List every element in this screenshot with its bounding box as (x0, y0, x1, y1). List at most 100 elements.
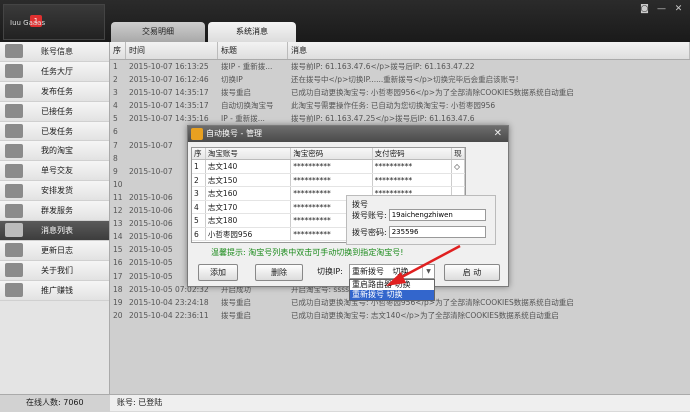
dialup-password-input[interactable] (388, 226, 486, 238)
grid-cell: 志文140 (206, 160, 292, 173)
sidebar-item-label: 已发任务 (41, 126, 73, 136)
sidebar-item[interactable]: 更新日志 (0, 240, 109, 261)
sidebar-item[interactable]: 任务大厅 (0, 61, 109, 82)
grid-cell: 5 (192, 214, 206, 227)
chevron-down-icon[interactable]: ▼ (422, 265, 434, 278)
sidebar-item-label: 消息列表 (41, 225, 73, 235)
sidebar-item[interactable]: 账号信息 (0, 42, 109, 62)
sidebar-item[interactable]: 发布任务 (0, 81, 109, 102)
close-icon[interactable]: ✕ (671, 3, 686, 16)
table-cell: 7 (113, 140, 118, 150)
table-cell: 18 (113, 284, 123, 294)
sidebar-item-label: 我的淘宝 (41, 146, 73, 156)
grid-cell: 2 (192, 173, 206, 186)
table-cell: 已成功自动更换淘宝号: 志文140</p>为了全部清除COOKIES数据系统自动… (291, 310, 559, 320)
table-cell: 12 (113, 206, 123, 216)
table-cell: 16 (113, 258, 123, 268)
table-cell: 5 (113, 114, 118, 124)
sidebar-item[interactable]: 群发服务 (0, 201, 109, 222)
sidebar-item[interactable]: 消息列表 (0, 221, 109, 241)
grid-cell: 6 (192, 227, 206, 240)
logo-text: Iuu Gaaas (10, 19, 46, 27)
hint-text: 温馨提示: 淘宝号列表中双击可手动切换到指定淘宝号! (211, 248, 404, 257)
switch-ip-suffix: 切换 (392, 267, 409, 276)
grid-row[interactable]: 2 志文150 ********** ********** (192, 173, 465, 187)
dialog-title-bar: 自动换号 - 管理 ✕ (188, 126, 508, 142)
table-cell: 4 (113, 101, 118, 111)
online-count: 在线人数: 7060 (0, 395, 110, 412)
switch-ip-dropdown: 重启路由器 切换 重新拨号 切换 (349, 279, 435, 301)
dialup-account-label: 拨号账号: (352, 210, 387, 220)
sidebar-item[interactable]: 已接任务 (0, 101, 109, 122)
dialup-panel: 拨号 拨号账号: 拨号密码: (346, 195, 496, 245)
table-cell: 10 (113, 179, 123, 189)
table-row[interactable]: 3 2015-10-07 14:35:17 拨号重启 已成功自动更换淘宝号: 小哲枣园… (110, 86, 690, 99)
sidebar-item-label: 发布任务 (41, 86, 73, 96)
table-row[interactable]: 20 2015-10-04 22:36:11 拨号重启 已成功自动更换淘宝号: 志文1… (110, 309, 690, 322)
table-cell: 3 (113, 88, 118, 98)
sidebar-item-label: 关于我们 (41, 265, 73, 275)
sidebar-item-label: 更新日志 (41, 245, 73, 255)
add-button[interactable]: 添加 (198, 264, 238, 281)
grid-cell: 志文180 (206, 214, 292, 227)
table-cell: 拨号重启 (221, 297, 251, 307)
grid-cell: 志文160 (206, 187, 292, 200)
table-row[interactable]: 1 2015-10-07 16:13:25 拨IP - 重新拨... 拨号前IP: 6… (110, 60, 690, 73)
delete-button[interactable]: 删除 (255, 264, 303, 281)
grid-cell: 小哲枣园956 (206, 227, 292, 240)
sidebar-item[interactable]: 单号交友 (0, 161, 109, 182)
sidebar-item[interactable]: 推广赚钱 (0, 280, 109, 301)
grid-col-current: 现 (452, 148, 465, 159)
table-cell: 2015-10-07 14:35:17 (129, 88, 209, 98)
dialup-account-row: 拨号账号: (352, 209, 486, 221)
minimize-icon[interactable]: — (654, 3, 669, 16)
sidebar-item[interactable]: 我的淘宝 (0, 141, 109, 162)
table-cell: 2015-10-07 16:13:25 (129, 62, 209, 71)
tab-system-messages[interactable]: 系统消息 (208, 22, 296, 42)
sidebar-item[interactable]: 已发任务 (0, 121, 109, 142)
window-controls: ◙ — ✕ (637, 3, 686, 16)
sidebar-item-label: 安排发货 (41, 186, 73, 196)
table-cell: 6 (113, 127, 118, 137)
skin-icon[interactable]: ◙ (637, 3, 652, 16)
table-row[interactable]: 4 2015-10-07 14:35:17 自动切换淘宝号 此淘宝号需要操作任务: 已… (110, 99, 690, 112)
table-cell: 拨IP - 重新拨... (221, 62, 273, 71)
sidebar-item-label: 已接任务 (41, 106, 73, 116)
top-bar: 1 Iuu Gaaas ◙ — ✕ 交易明细 系统消息 (0, 0, 690, 42)
sidebar-item-label: 单号交友 (41, 166, 73, 176)
table-row[interactable]: 5 2015-10-07 14:35:16 IP - 重新拨... 拨号前IP: 61… (110, 112, 690, 125)
table-cell: 2 (113, 75, 118, 85)
switch-ip-select[interactable]: 重新拨号 切换 ▼ (349, 264, 435, 279)
col-time: 时间 (126, 42, 218, 59)
dialup-password-label: 拨号密码: (352, 227, 387, 237)
tab-transactions[interactable]: 交易明细 (111, 22, 205, 42)
account-status: 账号: 已登陆 (117, 398, 163, 407)
col-message: 消息 (288, 42, 690, 59)
switch-ip-label: 切换IP: (317, 267, 343, 276)
list-icon (5, 243, 23, 258)
grid-row[interactable]: 1 志文140 ********** ********** ◇ (192, 160, 465, 174)
grid-cell: ********** (291, 160, 373, 173)
dropdown-option-router[interactable]: 重启路由器 切换 (350, 280, 434, 290)
switch-ip-value: 重新拨号 (352, 267, 384, 276)
dialog-close-icon[interactable]: ✕ (494, 126, 502, 142)
table-cell: 9 (113, 166, 118, 176)
sidebar-item[interactable]: 安排发货 (0, 181, 109, 202)
tab-bar: 交易明细 系统消息 (111, 22, 296, 42)
sidebar-item[interactable]: 关于我们 (0, 260, 109, 281)
table-cell: 2015-10-04 22:36:11 (129, 310, 209, 320)
grid-col-password: 淘宝密码 (291, 148, 373, 159)
grid-cell: 志文150 (206, 173, 292, 186)
table-cell: 14 (113, 232, 123, 242)
dropdown-option-redial[interactable]: 重新拨号 切换 (350, 290, 434, 300)
table-cell: 20 (113, 310, 123, 320)
dialup-account-input[interactable] (388, 209, 486, 221)
user-card-icon (5, 263, 23, 278)
sidebar-item-label: 任务大厅 (41, 66, 73, 76)
status-bar: 在线人数: 7060 账号: 已登陆 (0, 394, 690, 412)
table-cell: 已成功自动更换淘宝号: 小哲枣园956</p>为了全部清除COOKIES数据系统… (291, 88, 574, 98)
dialup-password-row: 拨号密码: (352, 226, 486, 238)
start-button[interactable]: 启 动 (444, 264, 500, 281)
table-row[interactable]: 2 2015-10-07 16:12:46 切换IP 还在拨号中</p>切换IP...… (110, 73, 690, 86)
user-card-icon (5, 283, 23, 298)
